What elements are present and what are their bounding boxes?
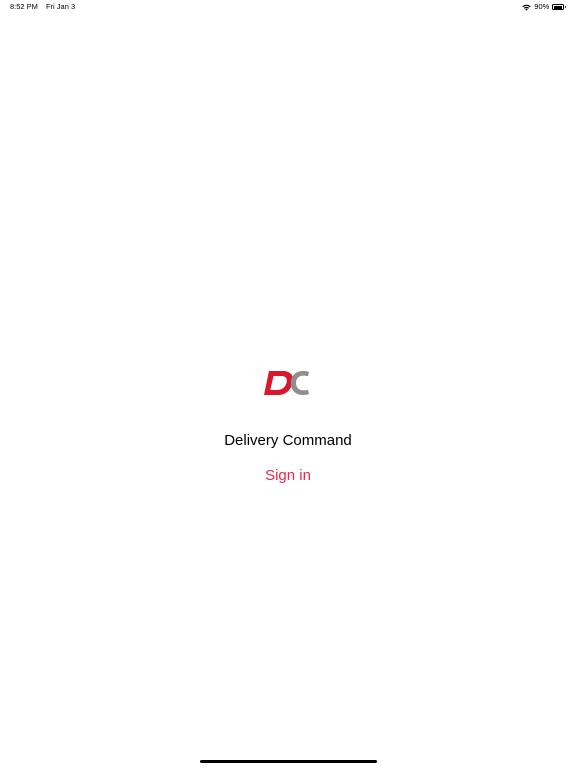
app-logo <box>263 368 313 398</box>
battery-fill <box>553 5 562 9</box>
status-date: Fri Jan 3 <box>45 2 76 11</box>
battery-icon <box>552 4 566 10</box>
app-title: Delivery Command <box>224 432 352 449</box>
battery-cap <box>564 5 566 9</box>
app-screen: 8:52 PM Fri Jan 3 90% Delivery Command S… <box>0 0 576 768</box>
login-panel: Delivery Command Sign in <box>0 368 576 485</box>
status-right: 90% <box>522 0 566 14</box>
battery-percent: 90% <box>534 2 550 11</box>
status-time: 8:52 PM <box>10 2 38 11</box>
status-left: 8:52 PM Fri Jan 3 <box>10 0 75 14</box>
sign-in-button[interactable]: Sign in <box>265 467 311 485</box>
battery-body <box>552 4 565 10</box>
status-bar: 8:52 PM Fri Jan 3 90% <box>0 0 576 14</box>
wifi-icon <box>522 4 531 11</box>
home-indicator <box>200 760 377 763</box>
